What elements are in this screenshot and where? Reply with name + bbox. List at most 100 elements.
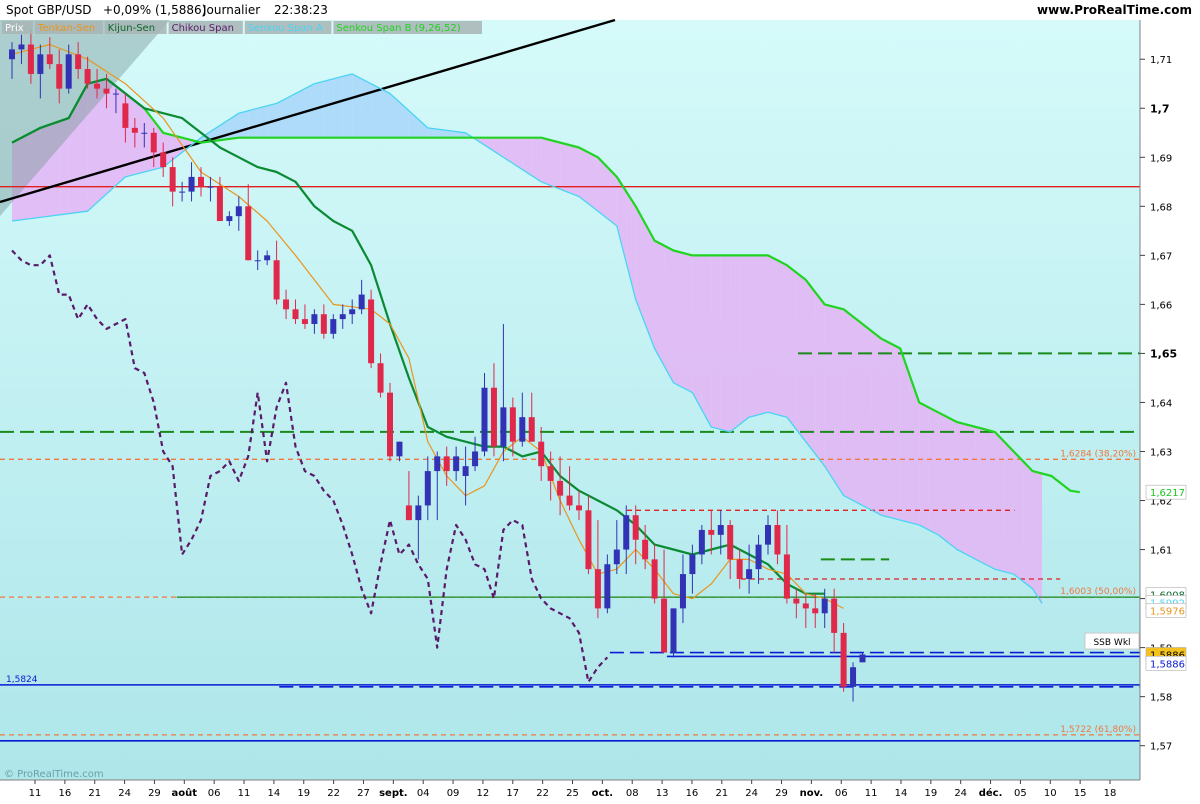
candle-body[interactable] [103, 88, 110, 94]
candle-body[interactable] [462, 466, 469, 476]
candle-body[interactable] [46, 54, 53, 65]
candle-body[interactable] [18, 44, 25, 50]
candle-body[interactable] [56, 64, 63, 89]
candle-body[interactable] [160, 152, 167, 168]
cloud-segment [786, 265, 797, 430]
candle-body[interactable] [330, 319, 337, 334]
candle-body[interactable] [509, 407, 516, 442]
candle-body[interactable] [349, 309, 356, 315]
candle-body[interactable] [538, 441, 545, 467]
x-tick-label: 17 [506, 788, 519, 799]
candle-body[interactable] [377, 363, 384, 393]
candle-body[interactable] [840, 632, 847, 687]
candle-body[interactable] [679, 574, 686, 609]
candle-body[interactable] [528, 417, 535, 442]
candle-body[interactable] [207, 186, 214, 188]
candle-body[interactable] [623, 515, 630, 550]
cloud-segment [560, 142, 570, 193]
candle-body[interactable] [613, 549, 620, 565]
candle-body[interactable] [75, 54, 82, 70]
candle-body[interactable] [65, 54, 72, 89]
y-tick-label: 1,69 [1150, 153, 1172, 164]
candle-body[interactable] [198, 176, 204, 187]
candle-body[interactable] [736, 559, 743, 579]
candle-body[interactable] [490, 387, 497, 447]
candle-body[interactable] [585, 510, 592, 570]
candle-body[interactable] [821, 598, 828, 614]
candle-body[interactable] [387, 392, 393, 457]
candle-body[interactable] [774, 525, 781, 555]
x-tick-label: 10 [1044, 788, 1057, 799]
candle-body[interactable] [179, 191, 186, 193]
candle-body[interactable] [594, 569, 601, 609]
candle-body[interactable] [405, 505, 412, 521]
candle-body[interactable] [434, 456, 441, 472]
candle-body[interactable] [651, 559, 658, 599]
candle-body[interactable] [717, 525, 724, 535]
candle-body[interactable] [37, 54, 44, 74]
candle-body[interactable] [320, 314, 327, 334]
candle-body[interactable] [415, 505, 422, 521]
candle-body[interactable] [661, 598, 668, 653]
candle-body[interactable] [368, 299, 375, 364]
candle-body[interactable] [850, 667, 857, 687]
candle-body[interactable] [150, 132, 157, 153]
candle-body[interactable] [396, 441, 403, 457]
candle-body[interactable] [424, 471, 431, 506]
candle-body[interactable] [292, 309, 299, 320]
candle-body[interactable] [746, 569, 753, 579]
candle-body[interactable] [273, 260, 280, 300]
ichimoku-chart[interactable]: Spot GBP/USD +0,09% (1,5886) Journalier … [0, 0, 1200, 800]
candle-body[interactable] [235, 206, 242, 217]
candle-body[interactable] [793, 598, 800, 604]
candle-body[interactable] [358, 294, 365, 310]
candle-body[interactable] [481, 387, 488, 452]
candle-body[interactable] [859, 654, 866, 663]
candle-body[interactable] [576, 505, 582, 511]
candle-body[interactable] [94, 83, 101, 89]
candle-body[interactable] [755, 544, 762, 570]
candle-body[interactable] [301, 319, 308, 324]
candle-body[interactable] [112, 93, 119, 95]
candle-body[interactable] [632, 515, 639, 540]
candle-body[interactable] [131, 127, 138, 133]
candle-body[interactable] [84, 69, 91, 84]
candle-body[interactable] [226, 216, 233, 222]
candle-body[interactable] [216, 186, 223, 222]
cloud-segment [550, 140, 561, 190]
candle-body[interactable] [689, 554, 696, 575]
annotations: SSB Wkl [1084, 632, 1140, 650]
candle-body[interactable] [604, 564, 611, 609]
candle-body[interactable] [557, 480, 564, 496]
candle-body[interactable] [708, 529, 715, 535]
candle-body[interactable] [500, 407, 507, 447]
candle-body[interactable] [642, 539, 649, 560]
candle-body[interactable] [9, 49, 15, 60]
candle-body[interactable] [765, 525, 771, 545]
candle-body[interactable] [27, 44, 34, 74]
candle-body[interactable] [264, 255, 271, 261]
candle-body[interactable] [188, 176, 195, 192]
candle-body[interactable] [783, 554, 790, 599]
candle-body[interactable] [519, 417, 526, 442]
candle-body[interactable] [453, 456, 460, 472]
candle-body[interactable] [339, 314, 346, 320]
candle-body[interactable] [254, 260, 261, 262]
candle-body[interactable] [472, 451, 479, 467]
candle-body[interactable] [141, 132, 148, 134]
candle-body[interactable] [547, 466, 554, 481]
candle-body[interactable] [311, 314, 318, 324]
candle-body[interactable] [698, 529, 705, 555]
candle-body[interactable] [169, 167, 176, 192]
candle-body[interactable] [443, 456, 450, 472]
candle-body[interactable] [802, 603, 809, 609]
candle-body[interactable] [812, 608, 819, 614]
candle-body[interactable] [245, 206, 252, 261]
candle-body[interactable] [727, 525, 734, 560]
candle-body[interactable] [122, 103, 129, 128]
candle-body[interactable] [670, 608, 677, 653]
candle-body[interactable] [566, 495, 573, 506]
header-site[interactable]: www.ProRealTime.com [1037, 3, 1192, 17]
candle-body[interactable] [831, 598, 838, 633]
candle-body[interactable] [283, 299, 290, 310]
